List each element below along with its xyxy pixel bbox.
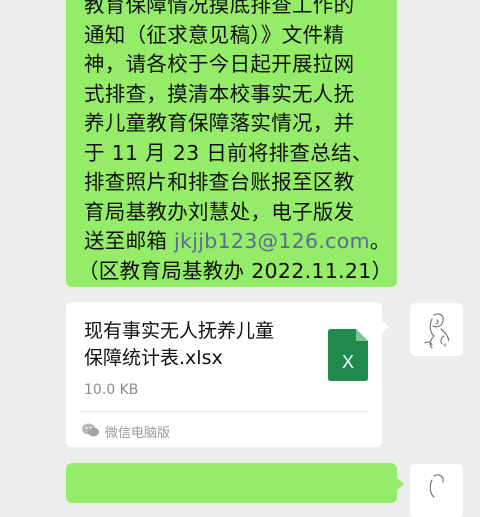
message-line: 于 11 月 23 日前将排查总结、	[84, 140, 373, 165]
avatar-sketch-icon	[424, 313, 450, 349]
message-line: 排查照片和排查台账报至区教	[84, 170, 355, 194]
message-line: 通知（征求意见稿）》文件精	[84, 22, 345, 47]
message-text: 送至邮箱	[84, 229, 175, 253]
avatar[interactable]	[410, 464, 463, 517]
excel-icon-letter: X	[342, 352, 354, 372]
file-name-line: 现有事实无人抚养儿童	[84, 320, 275, 342]
excel-file-icon: X	[328, 329, 368, 385]
message-line: 送至邮箱 jkjjb123@126.com。	[84, 227, 390, 257]
message-line: （区教育局基教办 2022.11.21）	[78, 258, 393, 283]
divider	[80, 411, 368, 412]
message-text: 。	[369, 229, 391, 253]
avatar-sketch-icon	[429, 474, 444, 498]
file-size: 10.0 KB	[84, 382, 139, 398]
file-message-card[interactable]: 现有事实无人抚养儿童 保障统计表.xlsx 10.0 KB X 微信电脑版	[66, 302, 389, 447]
email-link[interactable]: jkjjb123@126.com	[174, 229, 370, 253]
text-message: 教育保障情况摸底排查工作的 通知（征求意见稿）》文件精 神，请各校于今日起开展拉…	[78, 0, 392, 286]
message-line: 式排查，摸清本校事实无人抚	[84, 81, 355, 106]
message-line: 养儿童教育保障落实情况，并	[84, 111, 355, 135]
source-row: 微信电脑版	[82, 418, 170, 444]
message-line: 神，请各校于今日起开展拉网	[84, 52, 355, 76]
source-label: 微信电脑版	[105, 425, 171, 441]
file-name: 现有事实无人抚养儿童 保障统计表.xlsx	[84, 318, 314, 372]
avatar[interactable]	[410, 303, 463, 356]
wechat-pc-icon	[82, 422, 99, 441]
message-line: 教育保障情况摸底排查工作的	[84, 0, 355, 17]
message-line: 育局基教办刘慧处，电子版发	[84, 199, 355, 224]
file-name-line: 保障统计表.xlsx	[84, 347, 223, 369]
next-message-bubble[interactable]	[66, 463, 404, 503]
